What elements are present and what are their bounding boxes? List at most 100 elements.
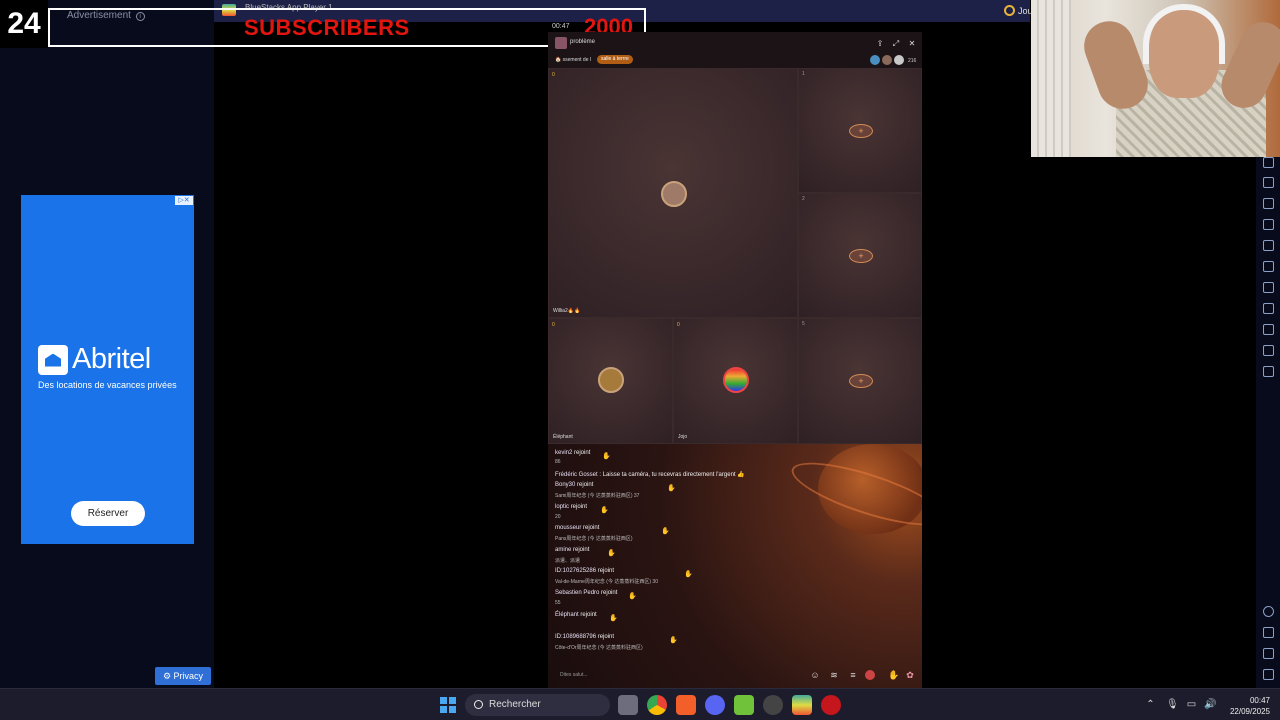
discord-icon[interactable] [705,695,725,715]
room-name[interactable]: problème [570,39,595,45]
hand-icon[interactable]: ✋ [888,670,899,680]
room-announcement[interactable]: 🏠 ssement de l [555,57,591,63]
media-icon[interactable] [1263,240,1274,251]
chat-message: amine rejoint [555,547,589,553]
chat-user[interactable]: Sebastien Pedro [555,590,599,596]
airplane-icon[interactable] [1263,261,1274,272]
chat-input[interactable]: Dites salut... [560,672,588,678]
share-icon[interactable]: ⇪ [876,40,884,48]
gift-icon[interactable]: ✿ [905,670,915,680]
subscribers-label: SUBSCRIBERS [244,15,410,40]
wave-icon[interactable]: ✋ [661,527,670,535]
chat-user[interactable]: loptic [555,504,569,510]
taskbar-search[interactable]: Rechercher [465,694,610,716]
wave-icon[interactable]: ✋ [602,452,611,460]
seat-host[interactable]: 0 Willia2🔥🔥 [548,68,798,318]
volume-icon[interactable]: 🔊 [1204,699,1216,710]
seat-empty[interactable]: 1 + [798,68,922,193]
file-explorer-icon[interactable] [618,695,638,715]
game-icon[interactable] [1004,5,1015,16]
bluestacks-icon[interactable] [792,695,812,715]
menu-icon[interactable]: ≡ [848,670,858,680]
viewer-avatar[interactable] [894,55,904,65]
seat-empty[interactable]: 5 + [798,318,922,444]
chat-panel: kevin2 rejoint 86 ✋ Frédéric Gosset : La… [548,444,922,688]
add-seat-icon[interactable]: + [849,124,873,138]
chrome-icon[interactable] [647,695,667,715]
chat-user[interactable]: Éléphant [555,612,579,618]
clock[interactable]: 00:47 22/09/2025 [1226,695,1270,717]
seat-empty[interactable]: 2 + [798,193,922,318]
emoji-icon[interactable]: ☺ [810,670,820,680]
wave-icon[interactable]: ✋ [669,636,678,644]
location-icon[interactable] [1263,324,1274,335]
obs-icon[interactable] [763,695,783,715]
macro-icon[interactable] [1263,177,1274,188]
chat-user[interactable]: mousseur [555,525,581,531]
media-player-icon[interactable] [821,695,841,715]
chat-user[interactable]: amine [555,547,571,553]
seat-occupied[interactable]: 0 Jojo [673,318,798,444]
wave-icon[interactable]: ✋ [609,614,618,622]
privacy-button[interactable]: ⚙ Privacy [155,667,211,685]
chat-user[interactable]: Bony30 [555,482,575,488]
seat-score: 0 [552,72,555,78]
microphone-icon[interactable]: 🎙 [1166,699,1179,710]
reserver-button[interactable]: Réserver [71,501,145,526]
layers-icon[interactable] [1263,345,1274,356]
multi-instance-icon[interactable] [1263,282,1274,293]
recent-apps-icon[interactable] [1263,669,1274,680]
minimize-icon[interactable]: ⤢ [892,40,900,48]
record-icon[interactable] [1263,219,1274,230]
room-avatar[interactable] [555,37,567,49]
viewer-avatar[interactable] [870,55,880,65]
chat-user[interactable]: kevin2 [555,450,572,456]
game-clock: 00:47 [552,23,570,30]
avatar[interactable] [598,367,624,393]
chevron-up-icon[interactable]: ⌃ [1145,699,1156,710]
chat-user[interactable]: Frédéric Gosset [555,472,598,478]
chat-badge: Sami周年纪念 (今 达蒸蒸料驻西区) 37 [555,493,640,499]
room-header: problème ⇪ ⤢ ✕ 🏠 ssement de l salle à te… [548,32,922,68]
settings-icon[interactable] [1263,606,1274,617]
chat-badge: 派遣、派遣 [555,558,581,564]
ad-banner[interactable]: ▷✕ Abritel Des locations de vacances pri… [21,195,194,544]
rotate-icon[interactable] [1263,366,1274,377]
chat-message: kevin2 rejoint [555,450,590,456]
chat-message: mousseur rejoint [555,525,599,531]
avatar[interactable] [723,367,749,393]
chat-text: rejoint [573,547,590,553]
webcam-feed [1031,0,1280,157]
viewer-avatar[interactable] [882,55,892,65]
close-icon[interactable]: ✕ [908,40,916,48]
viewer-count[interactable]: 216 [908,58,916,64]
add-seat-icon[interactable]: + [849,374,873,388]
seat-occupied[interactable]: 0 Éléphant [548,318,673,444]
screenshot-icon[interactable] [1263,198,1274,209]
wave-icon[interactable]: ✋ [600,506,609,514]
wave-icon[interactable]: ✋ [667,484,676,492]
chat-text: rejoint [570,504,588,510]
brave-icon[interactable] [676,695,696,715]
chat-text: rejoint [601,590,618,596]
voice-icon[interactable]: ≋ [829,670,839,680]
adchoices-icon[interactable]: ▷✕ [175,196,193,205]
wave-icon[interactable]: ✋ [607,549,616,557]
game-icon[interactable] [865,670,875,680]
ad-logo: Abritel [38,343,151,376]
chat-user[interactable]: ID:1027625286 [555,568,596,574]
chat-user[interactable]: ID:1089688796 [555,634,596,640]
network-icon[interactable]: ▭ [1186,699,1197,710]
keyboard-icon[interactable] [1263,157,1274,168]
home-icon[interactable] [1263,648,1274,659]
avatar[interactable] [661,181,687,207]
add-seat-icon[interactable]: + [849,249,873,263]
eraser-icon[interactable] [1263,303,1274,314]
ad-tagline: Des locations de vacances privées [38,380,177,390]
wave-icon[interactable]: ✋ [628,592,637,600]
notes-app-icon[interactable] [734,695,754,715]
wave-icon[interactable]: ✋ [684,570,693,578]
room-tag[interactable]: salle à terrre [597,55,633,64]
back-icon[interactable] [1263,627,1274,638]
windows-start-icon[interactable] [440,697,456,713]
